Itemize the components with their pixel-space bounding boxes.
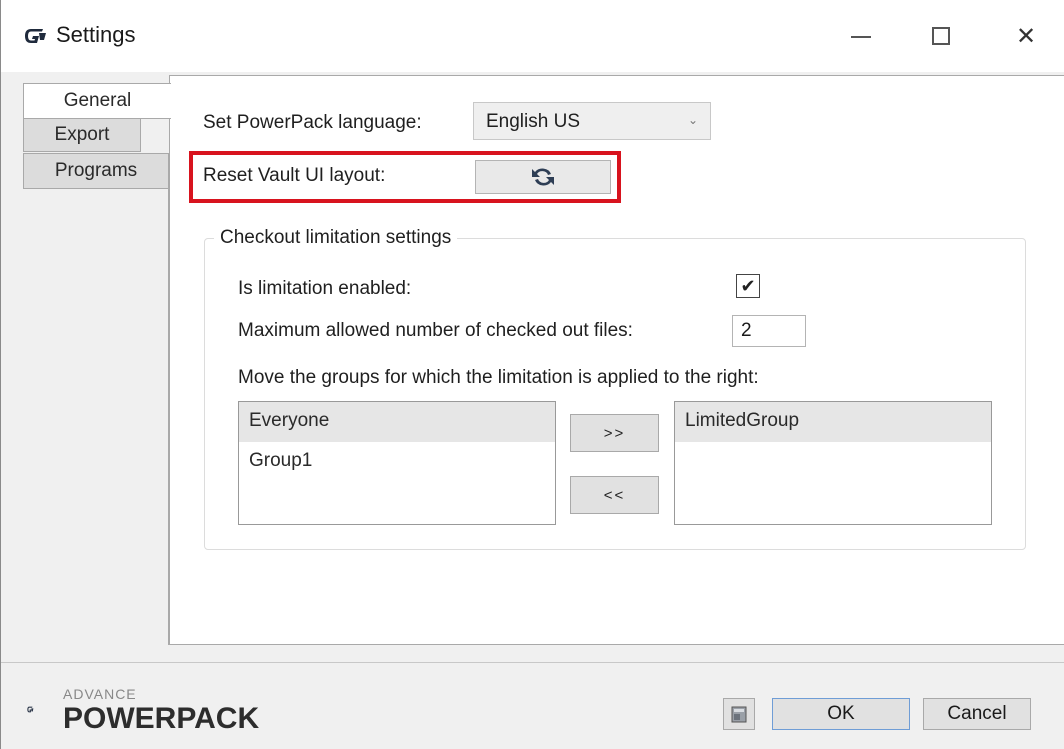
groups-instruction-label: Move the groups for which the limitation…: [238, 367, 759, 388]
close-icon: ✕: [1015, 22, 1037, 50]
checkout-limitation-title: Checkout limitation settings: [214, 227, 458, 249]
minimize-icon: [851, 36, 871, 38]
move-left-button[interactable]: <<: [570, 476, 659, 514]
window-title: Settings: [56, 22, 136, 47]
reset-layout-highlight: [189, 151, 621, 203]
language-label: Set PowerPack language:: [203, 112, 422, 133]
advance-g-logo-icon: [25, 29, 46, 43]
ok-button[interactable]: OK: [772, 698, 910, 730]
language-select-value: English US: [486, 111, 580, 132]
close-button[interactable]: ✕: [996, 14, 1056, 58]
tab-programs[interactable]: Programs: [23, 153, 169, 189]
language-select[interactable]: English US ⌄: [473, 102, 711, 140]
chevron-down-icon: ⌄: [687, 113, 698, 127]
limitation-enabled-label: Is limitation enabled:: [238, 278, 412, 299]
checkmark-icon: ✔: [740, 275, 756, 296]
max-checked-out-label: Maximum allowed number of checked out fi…: [238, 320, 633, 341]
title-bar: Settings ✕: [1, 0, 1064, 72]
move-right-button[interactable]: >>: [570, 414, 659, 452]
list-item[interactable]: LimitedGroup: [675, 402, 991, 442]
settings-window: Settings ✕ General Export Programs Set P…: [0, 0, 1064, 749]
help-button[interactable]: [723, 698, 755, 730]
list-item[interactable]: Group1: [239, 442, 555, 482]
advance-powerpack-logo: [27, 706, 34, 713]
tab-strip-background: [23, 189, 169, 645]
list-item[interactable]: Everyone: [239, 402, 555, 442]
brand-powerpack-text: POWERPACK: [63, 702, 260, 735]
cancel-button[interactable]: Cancel: [923, 698, 1031, 730]
book-help-icon: [731, 706, 747, 723]
tab-export[interactable]: Export: [23, 118, 141, 152]
maximize-icon: [932, 27, 950, 45]
limited-groups-list[interactable]: LimitedGroup: [674, 401, 992, 525]
available-groups-list[interactable]: Everyone Group1: [238, 401, 556, 525]
limitation-enabled-checkbox[interactable]: ✔: [736, 274, 760, 298]
tab-general[interactable]: General: [23, 83, 171, 119]
max-checked-out-input[interactable]: 2: [732, 315, 806, 347]
brand-advance-text: ADVANCE: [63, 686, 137, 702]
minimize-button[interactable]: [831, 14, 891, 58]
maximize-button[interactable]: [911, 14, 971, 58]
